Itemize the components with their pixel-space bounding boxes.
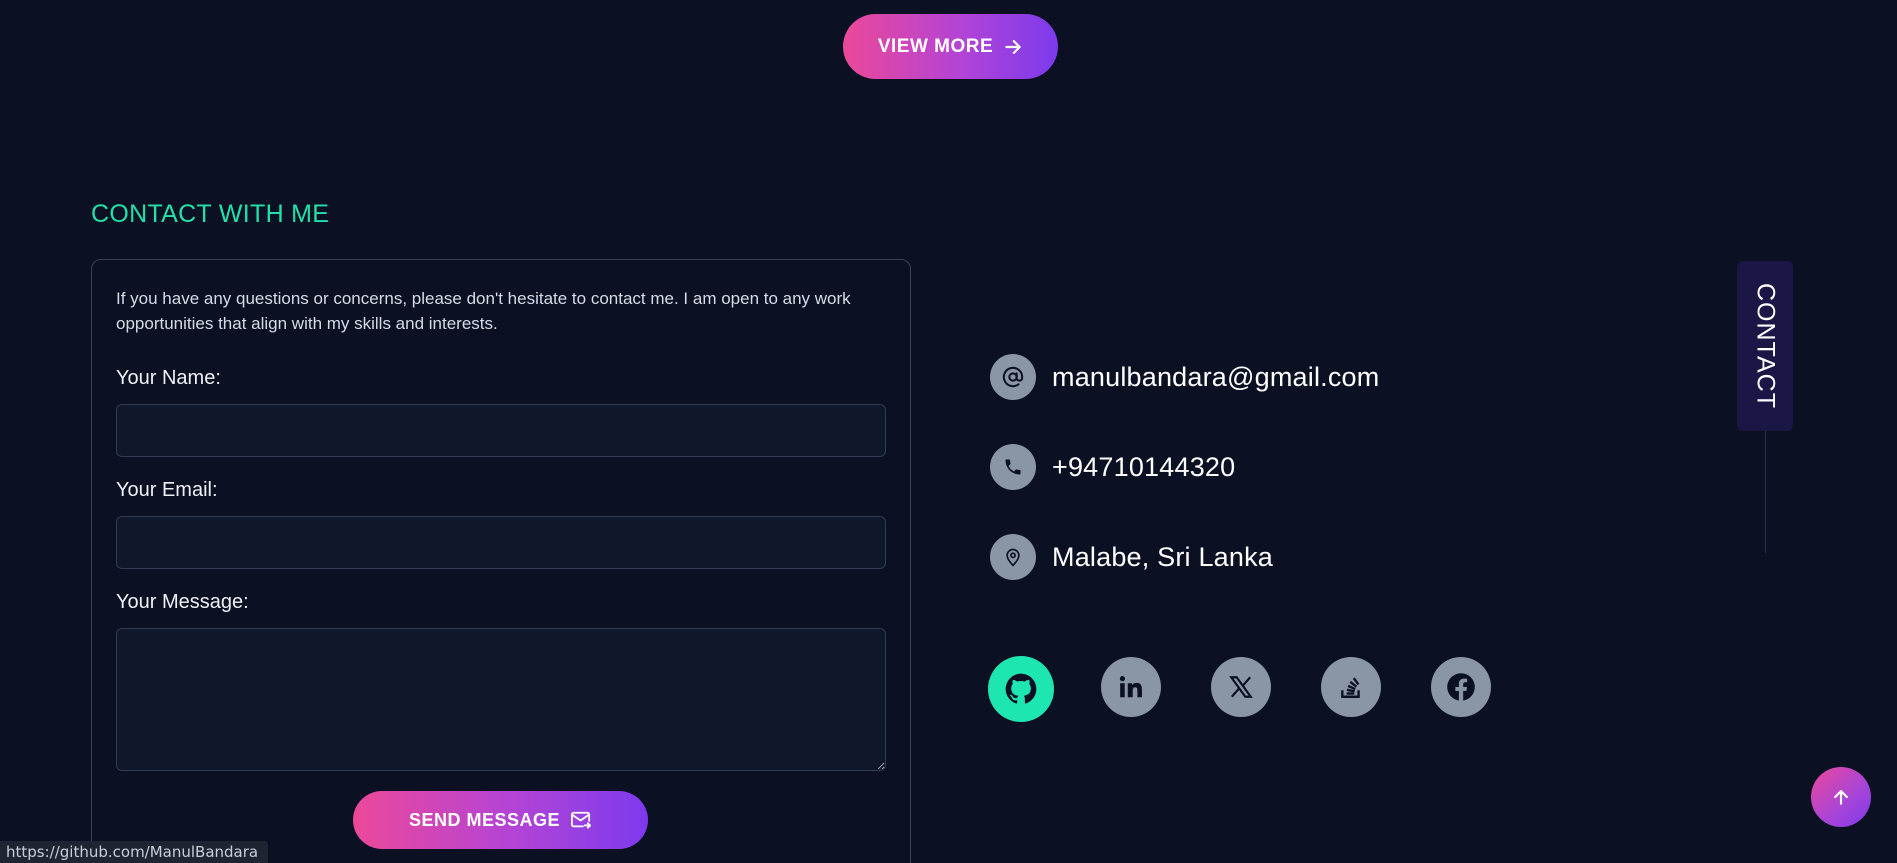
x-link[interactable] [1211, 657, 1271, 717]
contact-location-row: Malabe, Sri Lanka [990, 534, 1273, 580]
location-pin-icon [990, 534, 1036, 580]
message-textarea[interactable] [116, 628, 886, 771]
contact-side-tab[interactable]: CONTACT [1737, 261, 1793, 431]
x-icon [1229, 676, 1253, 698]
status-bar-url: https://github.com/ManulBandara [0, 841, 269, 863]
arrow-up-icon [1834, 790, 1848, 805]
at-sign-icon [990, 354, 1036, 400]
stackoverflow-icon [1341, 677, 1360, 698]
stackoverflow-link[interactable] [1321, 657, 1381, 717]
contact-email-row: manulbandara@gmail.com [990, 354, 1379, 400]
side-tab-label: CONTACT [1751, 283, 1780, 409]
github-link[interactable] [988, 656, 1054, 722]
phone-icon [990, 444, 1036, 490]
contact-phone-row: +94710144320 [990, 444, 1235, 490]
view-more-label: VIEW MORE [877, 35, 994, 57]
send-message-label: SEND MESSAGE [408, 809, 561, 830]
linkedin-icon [1119, 676, 1142, 698]
email-input[interactable] [116, 516, 886, 569]
arrow-right-icon [1005, 39, 1021, 54]
linkedin-link[interactable] [1101, 657, 1161, 717]
message-label: Your Message: [116, 591, 249, 613]
contact-page: VIEW MORE CONTACT WITH ME If you have an… [0, 0, 1897, 863]
scroll-to-top-button[interactable] [1811, 767, 1871, 827]
contact-location-text: Malabe, Sri Lanka [1052, 541, 1274, 572]
name-label: Your Name: [116, 367, 221, 389]
side-tab-line [1765, 431, 1766, 553]
email-label: Your Email: [116, 479, 218, 501]
view-more-button[interactable]: VIEW MORE [843, 14, 1058, 79]
facebook-icon [1447, 673, 1475, 701]
mail-send-icon [571, 811, 592, 829]
contact-intro-text: If you have any questions or concerns, p… [116, 289, 851, 333]
contact-section-title: CONTACT WITH ME [91, 200, 330, 228]
facebook-link[interactable] [1431, 657, 1491, 717]
contact-phone-text[interactable]: +94710144320 [1052, 452, 1235, 483]
github-icon [1005, 673, 1037, 704]
name-input[interactable] [116, 404, 886, 457]
contact-email-text[interactable]: manulbandara@gmail.com [1052, 362, 1379, 393]
send-message-button[interactable]: SEND MESSAGE [353, 791, 648, 849]
